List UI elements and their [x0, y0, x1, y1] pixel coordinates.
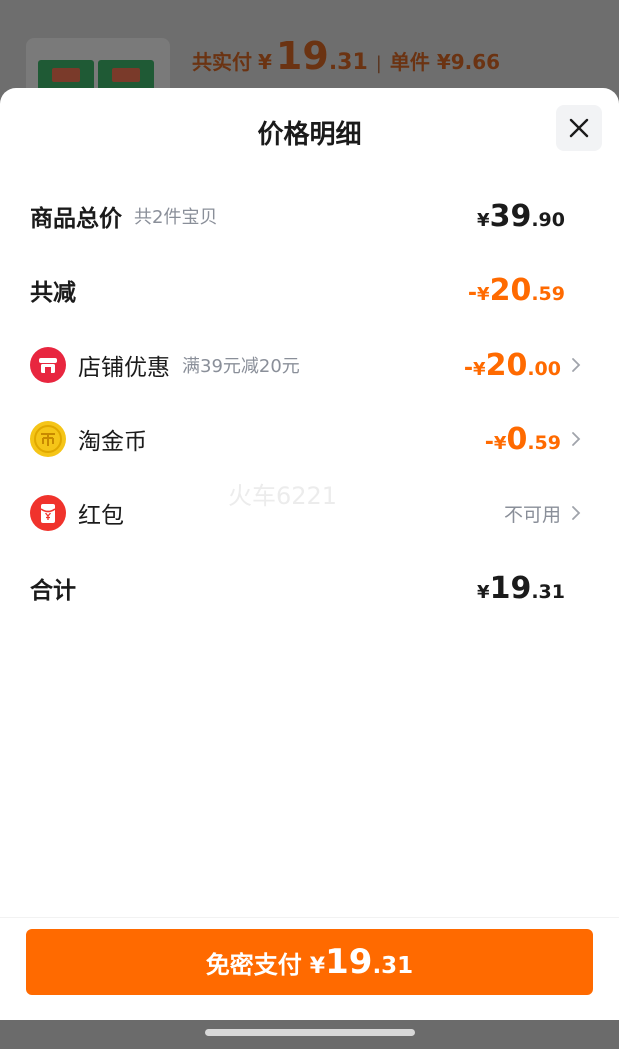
goods-total-price: ¥39.90	[477, 198, 565, 234]
sum-label: 合计	[30, 578, 76, 604]
store-coupon-rule: 满39元减20元	[182, 356, 300, 377]
yen-symbol: ¥	[258, 50, 272, 74]
background-price-summary: 共实付 ¥ 19 .31 | 单件 ¥9.66	[192, 34, 500, 84]
background-product-bar: 共实付 ¥ 19 .31 | 单件 ¥9.66	[0, 0, 619, 100]
price-detail-sheet: 价格明细 商品总价 共2件宝贝 ¥39.90 共减 - ¥ 20 .59 店铺优…	[0, 88, 619, 1020]
screen: 共实付 ¥ 19 .31 | 单件 ¥9.66 价格明细 商品总价 共2件宝贝 …	[0, 0, 619, 1049]
total-paid-label: 共实付	[192, 50, 252, 74]
goods-count-label: 共2件宝贝	[134, 207, 218, 228]
red-packet-icon	[30, 495, 66, 531]
coin-icon	[30, 421, 66, 457]
store-coupon-row[interactable]: 店铺优惠 满39元减20元 - ¥20.00	[0, 345, 619, 385]
password-free-pay-button[interactable]: 免密支付 ¥19.31	[26, 929, 593, 995]
red-packet-status: 不可用	[503, 503, 561, 526]
home-bar-area	[0, 1020, 619, 1049]
store-icon	[30, 347, 66, 383]
sum-row: 合计 ¥19.31	[0, 568, 619, 608]
tao-coin-price: - ¥0.59	[484, 421, 561, 457]
close-icon	[569, 118, 589, 138]
close-button[interactable]	[556, 105, 602, 151]
home-indicator[interactable]	[205, 1029, 415, 1036]
store-coupon-label: 店铺优惠	[78, 355, 170, 381]
sum-price: ¥19.31	[477, 570, 565, 606]
sheet-title: 价格明细	[257, 120, 362, 150]
total-paid-integer: 19	[275, 34, 329, 78]
price-separator: |	[375, 53, 382, 74]
chevron-right-icon	[572, 358, 581, 372]
unit-price-label: 单件 ¥9.66	[389, 50, 501, 74]
tao-coin-label: 淘金币	[78, 429, 147, 455]
goods-total-row: 商品总价 共2件宝贝 ¥39.90	[0, 196, 619, 236]
watermark: 火车6221	[228, 482, 338, 510]
total-discount-price: - ¥20.59	[467, 272, 565, 308]
divider	[0, 917, 619, 918]
pay-button-label: 免密支付	[205, 950, 302, 979]
store-coupon-price: - ¥20.00	[463, 347, 561, 383]
chevron-right-icon	[572, 506, 581, 520]
chevron-right-icon	[572, 432, 581, 446]
total-discount-label: 共减	[30, 280, 76, 306]
goods-total-label: 商品总价	[30, 206, 122, 232]
total-paid-decimal: .31	[328, 50, 368, 75]
tao-coin-row[interactable]: 淘金币 - ¥0.59	[0, 419, 619, 459]
pay-button-amount: ¥19.31	[309, 942, 414, 982]
red-packet-label: 红包	[78, 503, 124, 529]
total-discount-row: 共减 - ¥20.59	[0, 270, 619, 310]
